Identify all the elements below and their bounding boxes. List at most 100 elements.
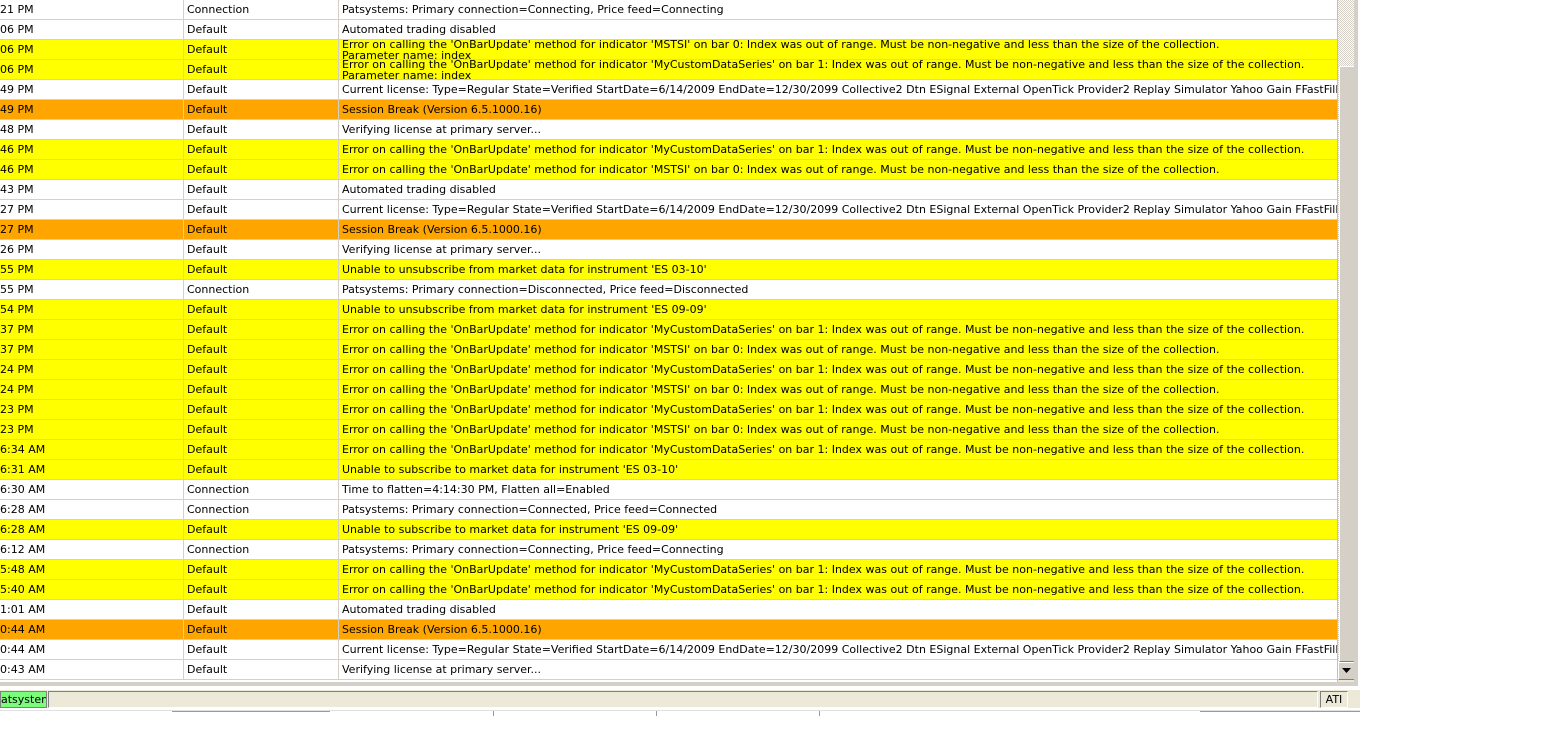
log-message-text: Current license: Type=Regular State=Veri…	[342, 203, 1337, 216]
log-message-cell: Error on calling the 'OnBarUpdate' metho…	[339, 380, 1337, 399]
log-message-text: Unable to unsubscribe from market data f…	[342, 263, 707, 276]
log-table: 21 PM Connection Patsystems: Primary conne…	[0, 0, 1337, 680]
log-message-detail: Parameter name: index	[342, 69, 472, 79]
log-message-cell: Automated trading disabled	[339, 600, 1337, 619]
log-window: 21 PM Connection Patsystems: Primary conne…	[0, 0, 1358, 686]
bottom-strip	[0, 710, 1360, 717]
log-category-cell: Default	[184, 380, 339, 399]
log-row[interactable]: 55 PM Default Unable to unsubscribe from m…	[0, 260, 1337, 280]
log-message-text: Session Break (Version 6.5.1000.16)	[342, 223, 542, 236]
divider	[172, 711, 330, 712]
log-message-text: Error on calling the 'OnBarUpdate' metho…	[342, 363, 1305, 376]
log-message-text: Error on calling the 'OnBarUpdate' metho…	[342, 583, 1305, 596]
log-time-cell: 27 PM	[0, 220, 184, 239]
log-message-text: Automated trading disabled	[342, 603, 496, 616]
log-row[interactable]: 49 PM Default Session Break (Version 6.5.1…	[0, 100, 1337, 120]
log-row[interactable]: 5:48 AM Default Error on calling the 'OnBa…	[0, 560, 1337, 580]
log-message-text: Session Break (Version 6.5.1000.16)	[342, 623, 542, 636]
log-category-cell: Default	[184, 460, 339, 479]
log-category-cell: Default	[184, 660, 339, 679]
connection-status-indicator[interactable]: atsystems	[0, 691, 47, 708]
log-row[interactable]: 06 PM Default Error on calling the 'OnBarU…	[0, 40, 1337, 60]
log-row[interactable]: 23 PM Default Error on calling the 'OnBarU…	[0, 420, 1337, 440]
log-message-text: Error on calling the 'OnBarUpdate' metho…	[342, 60, 1305, 71]
log-message-cell: Verifying license at primary server...	[339, 120, 1337, 139]
log-message-cell: Automated trading disabled	[339, 20, 1337, 39]
log-row[interactable]: 24 PM Default Error on calling the 'OnBarU…	[0, 380, 1337, 400]
log-row[interactable]: 0:43 AM Default Verifying license at prima…	[0, 660, 1337, 680]
log-message-cell: Error on calling the 'OnBarUpdate' metho…	[339, 60, 1337, 79]
log-message-text: Verifying license at primary server...	[342, 243, 542, 256]
log-row[interactable]: 23 PM Default Error on calling the 'OnBarU…	[0, 400, 1337, 420]
log-row[interactable]: 46 PM Default Error on calling the 'OnBarU…	[0, 160, 1337, 180]
log-row[interactable]: 06 PM Default Error on calling the 'OnBarU…	[0, 60, 1337, 80]
log-row[interactable]: 5:40 AM Default Error on calling the 'OnBa…	[0, 580, 1337, 600]
log-message-text: Error on calling the 'OnBarUpdate' metho…	[342, 443, 1305, 456]
log-message-cell: Patsystems: Primary connection=Disconnec…	[339, 280, 1337, 299]
log-message-text: Error on calling the 'OnBarUpdate' metho…	[342, 563, 1305, 576]
log-category-cell: Default	[184, 420, 339, 439]
log-row[interactable]: 48 PM Default Verifying license at primary…	[0, 120, 1337, 140]
log-message-cell: Session Break (Version 6.5.1000.16)	[339, 220, 1337, 239]
log-message-cell: Error on calling the 'OnBarUpdate' metho…	[339, 400, 1337, 419]
log-time-cell: 6:12 AM	[0, 540, 184, 559]
log-row[interactable]: 37 PM Default Error on calling the 'OnBarU…	[0, 340, 1337, 360]
scrollbar-thumb[interactable]	[1339, 66, 1355, 662]
log-time-cell: 06 PM	[0, 20, 184, 39]
log-row[interactable]: 49 PM Default Current license: Type=Regula…	[0, 80, 1337, 100]
log-message-cell: Unable to unsubscribe from market data f…	[339, 260, 1337, 279]
vertical-scrollbar[interactable]	[1337, 0, 1355, 682]
log-row[interactable]: 26 PM Default Verifying license at primary…	[0, 240, 1337, 260]
log-message-cell: Session Break (Version 6.5.1000.16)	[339, 100, 1337, 119]
log-message-cell: Current license: Type=Regular State=Veri…	[339, 200, 1337, 219]
log-message-cell: Error on calling the 'OnBarUpdate' metho…	[339, 420, 1337, 439]
log-row[interactable]: 24 PM Default Error on calling the 'OnBarU…	[0, 360, 1337, 380]
log-time-cell: 0:44 AM	[0, 620, 184, 639]
log-time-cell: 0:44 AM	[0, 640, 184, 659]
log-time-cell: 06 PM	[0, 60, 184, 79]
log-time-cell: 6:28 AM	[0, 520, 184, 539]
status-bar: atsystems ATI	[0, 689, 1360, 708]
log-row[interactable]: 6:30 AM Connection Time to flatten=4:14:30…	[0, 480, 1337, 500]
triangle-down-icon	[1342, 668, 1351, 673]
log-row[interactable]: 6:12 AM Connection Patsystems: Primary con…	[0, 540, 1337, 560]
log-row[interactable]: 6:34 AM Default Error on calling the 'OnBa…	[0, 440, 1337, 460]
log-message-cell: Error on calling the 'OnBarUpdate' metho…	[339, 360, 1337, 379]
log-row[interactable]: 6:28 AM Default Unable to subscribe to mar…	[0, 520, 1337, 540]
log-category-cell: Connection	[184, 500, 339, 519]
log-category-cell: Default	[184, 220, 339, 239]
log-row[interactable]: 27 PM Default Session Break (Version 6.5.1…	[0, 220, 1337, 240]
log-message-cell: Error on calling the 'OnBarUpdate' metho…	[339, 560, 1337, 579]
log-category-cell: Default	[184, 140, 339, 159]
log-time-cell: 6:34 AM	[0, 440, 184, 459]
log-row[interactable]: 0:44 AM Default Current license: Type=Regu…	[0, 640, 1337, 660]
log-message-cell: Automated trading disabled	[339, 180, 1337, 199]
log-category-cell: Default	[184, 440, 339, 459]
log-message-cell: Error on calling the 'OnBarUpdate' metho…	[339, 40, 1337, 59]
log-time-cell: 49 PM	[0, 80, 184, 99]
log-row[interactable]: 1:01 AM Default Automated trading disabled	[0, 600, 1337, 620]
status-panel	[48, 691, 1318, 708]
window-frame-bottom	[0, 682, 1358, 686]
log-row[interactable]: 6:28 AM Connection Patsystems: Primary con…	[0, 500, 1337, 520]
log-row[interactable]: 46 PM Default Error on calling the 'OnBarU…	[0, 140, 1337, 160]
log-category-cell: Default	[184, 620, 339, 639]
ati-indicator[interactable]: ATI	[1320, 691, 1348, 708]
log-category-cell: Default	[184, 260, 339, 279]
log-row[interactable]: 43 PM Default Automated trading disabled	[0, 180, 1337, 200]
log-row[interactable]: 21 PM Connection Patsystems: Primary conne…	[0, 0, 1337, 20]
log-row[interactable]: 55 PM Connection Patsystems: Primary conne…	[0, 280, 1337, 300]
divider	[1200, 711, 1360, 712]
log-time-cell: 06 PM	[0, 40, 184, 59]
log-row[interactable]: 06 PM Default Automated trading disabled	[0, 20, 1337, 40]
log-message-cell: Error on calling the 'OnBarUpdate' metho…	[339, 580, 1337, 599]
log-row[interactable]: 0:44 AM Default Session Break (Version 6.5…	[0, 620, 1337, 640]
log-row[interactable]: 54 PM Default Unable to unsubscribe from m…	[0, 300, 1337, 320]
log-row[interactable]: 27 PM Default Current license: Type=Regula…	[0, 200, 1337, 220]
scroll-down-button[interactable]	[1338, 662, 1355, 680]
log-message-text: Session Break (Version 6.5.1000.16)	[342, 103, 542, 116]
log-row[interactable]: 6:31 AM Default Unable to subscribe to mar…	[0, 460, 1337, 480]
log-message-text: Error on calling the 'OnBarUpdate' metho…	[342, 343, 1220, 356]
log-row[interactable]: 37 PM Default Error on calling the 'OnBarU…	[0, 320, 1337, 340]
log-message-cell: Patsystems: Primary connection=Connected…	[339, 500, 1337, 519]
